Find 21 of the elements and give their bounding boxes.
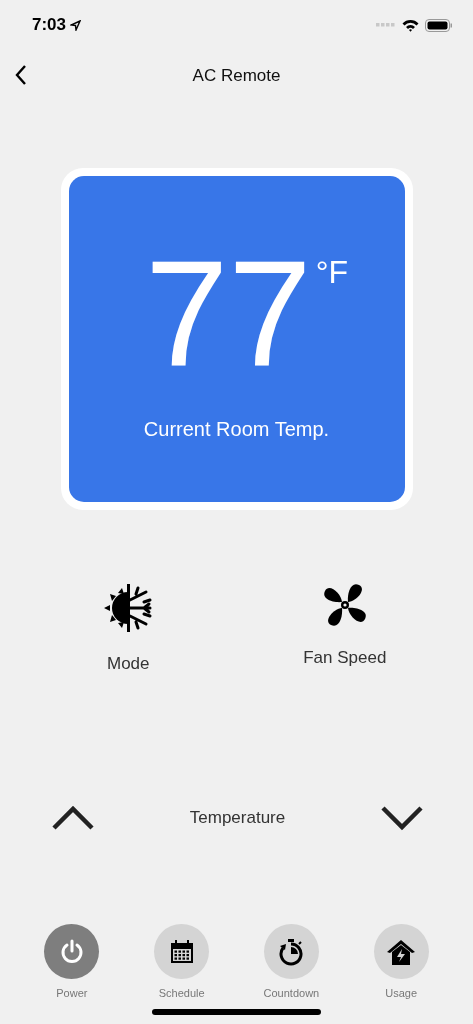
temperature-down-button[interactable] — [379, 804, 425, 832]
location-arrow-icon — [70, 19, 82, 31]
fan-control[interactable]: Fan Speed — [269, 580, 420, 674]
action-label: Power — [56, 987, 88, 999]
action-label: Schedule — [158, 987, 205, 999]
power-button[interactable] — [44, 924, 100, 979]
action-label: Usage — [385, 987, 417, 999]
signal-dots-icon — [376, 23, 396, 27]
calendar-icon — [168, 938, 195, 965]
action-label: Countdown — [263, 987, 320, 999]
temperature-unit: °F — [315, 254, 349, 292]
battery-icon — [425, 18, 453, 32]
wifi-icon — [402, 18, 419, 32]
temperature-up-button[interactable] — [50, 804, 96, 832]
house-bolt-icon — [386, 937, 417, 966]
temperature-label: Temperature — [189, 808, 286, 828]
screen-title: AC Remote — [192, 66, 281, 86]
mode-control[interactable]: Mode — [53, 580, 204, 674]
temperature-value: 77 — [144, 248, 312, 378]
status-time: 7:03 — [32, 15, 67, 35]
temperature-caption: Current Room Temp. — [143, 418, 330, 441]
